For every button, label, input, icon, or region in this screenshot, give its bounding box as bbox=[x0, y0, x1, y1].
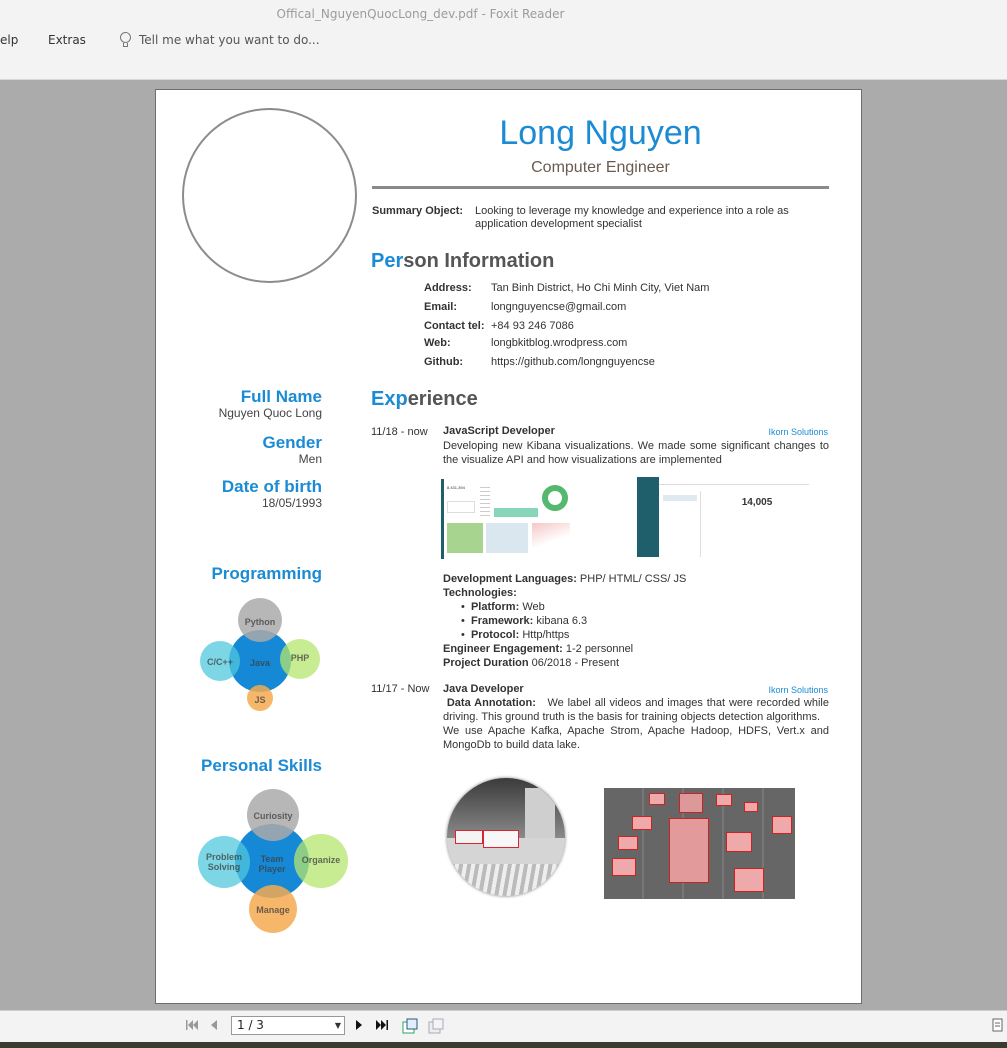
full-name-value: Nguyen Quoc Long bbox=[218, 406, 322, 420]
header-divider bbox=[372, 186, 829, 189]
job1-title: JavaScript Developer bbox=[443, 425, 555, 437]
job1-period: 11/18 - now bbox=[371, 426, 428, 438]
job2-description: Data Annotation: We label all videos and… bbox=[443, 697, 829, 751]
kibana-dashboard-thumbnail: 8,431,394 bbox=[441, 479, 571, 559]
info-email: Email: longnguyencse@gmail.com bbox=[424, 301, 627, 313]
previous-page-icon[interactable] bbox=[208, 1018, 220, 1032]
programming-heading: Programming bbox=[211, 564, 322, 583]
info-web: Web: longbkitblog.wrodpress.com bbox=[424, 337, 628, 349]
last-page-icon[interactable] bbox=[375, 1018, 389, 1032]
first-page-icon[interactable] bbox=[185, 1018, 199, 1032]
job2-company[interactable]: Ikorn Solutions bbox=[768, 685, 828, 695]
person-info-heading: Person Information bbox=[371, 250, 555, 272]
page-number-field[interactable]: 1 / 3 ▼ bbox=[231, 1016, 345, 1035]
gender-label: Gender bbox=[262, 433, 322, 452]
resume-name: Long Nguyen bbox=[499, 114, 702, 152]
next-page-icon[interactable] bbox=[353, 1018, 365, 1032]
status-menu-icon[interactable] bbox=[992, 1018, 1004, 1032]
desktop-strip bbox=[0, 1042, 1007, 1048]
traffic-detection-image bbox=[604, 788, 795, 899]
lightbulb-icon bbox=[120, 32, 131, 48]
skills-venn: Team Player Curiosity Problem Solving Or… bbox=[198, 788, 350, 936]
tell-me-search[interactable]: Tell me what you want to do... bbox=[120, 32, 320, 48]
ribbon: elp Extras Tell me what you want to do..… bbox=[0, 28, 1007, 80]
profile-photo-placeholder bbox=[182, 108, 357, 283]
job1-technologies: Development Languages: PHP/ HTML/ CSS/ J… bbox=[443, 573, 687, 669]
page-navigation-bar: 1 / 3 ▼ bbox=[0, 1010, 1007, 1042]
resume-role: Computer Engineer bbox=[531, 159, 670, 176]
job1-company[interactable]: Ikorn Solutions bbox=[768, 427, 828, 437]
programming-venn: Java Python C/C++ PHP JS bbox=[200, 597, 322, 713]
tab-extras[interactable]: Extras bbox=[48, 33, 86, 47]
tab-help[interactable]: elp bbox=[0, 33, 18, 47]
pdf-page: Long Nguyen Computer Engineer Summary Ob… bbox=[155, 89, 862, 1004]
info-github: Github: https://github.com/longnguyencse bbox=[424, 356, 655, 368]
kibana-metric-thumbnail: 14,005 bbox=[637, 477, 809, 557]
full-name-label: Full Name bbox=[240, 387, 322, 406]
page-view-icon[interactable] bbox=[402, 1018, 418, 1034]
info-address: Address: Tan Binh District, Ho Chi Minh C… bbox=[424, 282, 710, 294]
window-title: Offical_NguyenQuocLong_dev.pdf - Foxit R… bbox=[276, 7, 565, 21]
street-annotation-photo bbox=[447, 778, 565, 896]
job2-title: Java Developer bbox=[443, 683, 524, 695]
dob-value: 18/05/1993 bbox=[261, 496, 322, 510]
job1-description: Developing new Kibana visualizations. We… bbox=[443, 440, 829, 466]
info-contact: Contact tel: +84 93 246 7086 bbox=[424, 320, 574, 332]
tell-me-placeholder: Tell me what you want to do... bbox=[139, 33, 320, 47]
continuous-view-icon[interactable] bbox=[428, 1018, 444, 1034]
gender-value: Men bbox=[298, 452, 322, 466]
summary-text: Looking to leverage my knowledge and exp… bbox=[475, 205, 789, 230]
chevron-down-icon[interactable]: ▼ bbox=[335, 1017, 341, 1034]
summary-label: Summary Object: bbox=[372, 205, 464, 217]
experience-heading: Experience bbox=[371, 388, 478, 410]
window-title-bar: Offical_NguyenQuocLong_dev.pdf - Foxit R… bbox=[0, 0, 1007, 28]
job2-period: 11/17 - Now bbox=[371, 683, 430, 695]
personal-skills-heading: Personal Skills bbox=[201, 756, 322, 775]
dob-label: Date of birth bbox=[221, 477, 322, 496]
